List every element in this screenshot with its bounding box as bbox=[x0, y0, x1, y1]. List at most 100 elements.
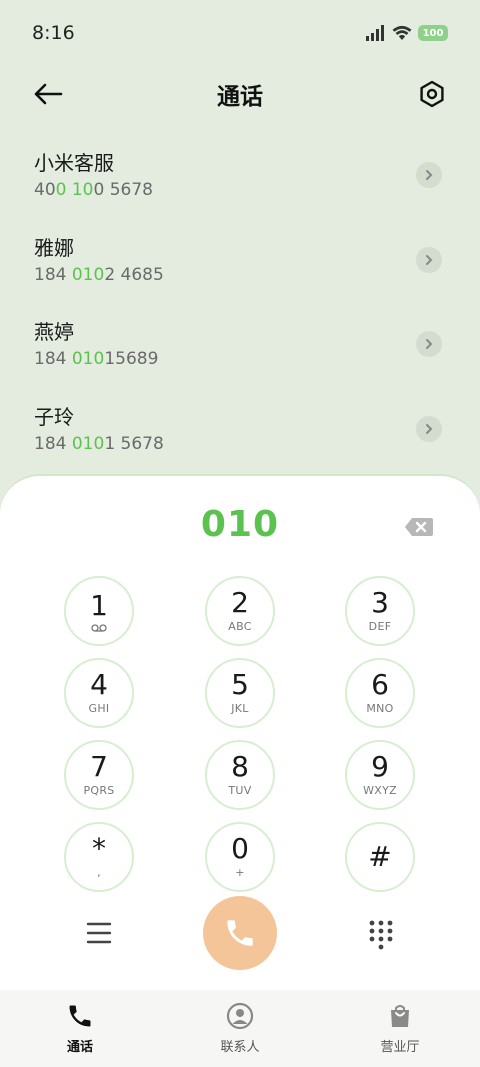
key-letters: PQRS bbox=[83, 784, 115, 797]
details-button[interactable] bbox=[416, 162, 442, 188]
contact-name: 小米客服 bbox=[34, 151, 114, 175]
chevron-right-icon bbox=[426, 254, 433, 265]
back-button[interactable] bbox=[28, 74, 68, 114]
dialer-actions bbox=[0, 896, 480, 976]
details-button[interactable] bbox=[416, 415, 442, 442]
nav-item-store[interactable]: 营业厅 bbox=[330, 1002, 470, 1055]
menu-icon bbox=[86, 922, 112, 944]
status-icons: 100 bbox=[366, 25, 448, 41]
key-digit: 3 bbox=[371, 586, 389, 619]
key-letters: ABC bbox=[228, 620, 252, 633]
page-title: 通话 bbox=[217, 84, 263, 110]
number-part: 0 5678 bbox=[93, 180, 153, 200]
shopping-bag-icon bbox=[391, 1005, 409, 1027]
contact-match-list: 小米客服 400 100 5678 雅娜 184 0102 4685 燕婷 18… bbox=[0, 132, 480, 470]
phone-icon bbox=[227, 920, 253, 946]
key-digit: 8 bbox=[231, 750, 249, 783]
key-letters: , bbox=[97, 866, 101, 879]
backspace-icon bbox=[405, 518, 433, 536]
key-digit: * bbox=[92, 832, 106, 865]
key-letters: GHI bbox=[88, 702, 110, 715]
number-part: 184 bbox=[34, 433, 72, 454]
contact-number: 184 01015689 bbox=[34, 347, 446, 371]
settings-button[interactable] bbox=[412, 74, 452, 114]
wifi-icon bbox=[392, 25, 412, 40]
nav-item-calls[interactable]: 通话 bbox=[10, 1002, 150, 1055]
key-letters: DEF bbox=[368, 620, 392, 633]
menu-button[interactable] bbox=[82, 916, 116, 950]
key-digit: 5 bbox=[231, 668, 249, 701]
call-button[interactable] bbox=[203, 896, 277, 970]
key-5[interactable]: 5 JKL bbox=[205, 658, 275, 728]
contact-name: 燕婷 bbox=[34, 320, 74, 344]
nav-label: 通话 bbox=[66, 1040, 93, 1055]
number-part: 1 5678 bbox=[104, 433, 164, 454]
key-digit: 7 bbox=[90, 750, 108, 783]
list-item[interactable]: 雅娜 184 0102 4685 bbox=[0, 217, 480, 302]
voicemail-icon bbox=[91, 623, 107, 632]
key-1[interactable]: 1 bbox=[64, 576, 134, 646]
number-part: 184 bbox=[34, 349, 72, 369]
backspace-button[interactable] bbox=[404, 516, 434, 538]
number-match: 010 bbox=[71, 433, 105, 454]
key-digit: 1 bbox=[90, 588, 108, 622]
number-match: 0 10 bbox=[55, 180, 94, 200]
key-6[interactable]: 6 MNO bbox=[345, 658, 415, 728]
status-time: 8:16 bbox=[32, 22, 75, 44]
arrow-left-icon bbox=[34, 83, 63, 105]
phone-icon bbox=[69, 1005, 91, 1027]
dialpad-toggle-button[interactable] bbox=[364, 916, 398, 950]
nav-label: 营业厅 bbox=[380, 1040, 420, 1055]
key-9[interactable]: 9 WXYZ bbox=[345, 740, 415, 810]
bottom-nav: 通话 联系人 营业厅 bbox=[0, 990, 480, 1067]
nav-label: 联系人 bbox=[220, 1040, 260, 1055]
contact-number: 400 100 5678 bbox=[34, 178, 446, 202]
list-item[interactable]: 燕婷 184 01015689 bbox=[0, 301, 480, 386]
number-match: 010 bbox=[71, 349, 105, 369]
key-0[interactable]: 0 + bbox=[205, 822, 275, 892]
details-button[interactable] bbox=[416, 246, 442, 273]
key-2[interactable]: 2 ABC bbox=[205, 576, 275, 646]
contact-name: 雅娜 bbox=[34, 235, 74, 260]
key-letters: + bbox=[235, 866, 245, 879]
number-part: 15689 bbox=[104, 349, 159, 369]
details-button[interactable] bbox=[416, 331, 442, 357]
dial-pad-sheet: 010 1 2 ABC 3 DEF 4 GHI 5 JKL 6 MNO 7 PQ… bbox=[0, 474, 480, 994]
key-digit: # bbox=[368, 840, 392, 873]
status-bar: 8:16 100 bbox=[0, 0, 480, 66]
key-letters: WXYZ bbox=[363, 784, 397, 797]
key-letters: TUV bbox=[228, 784, 252, 797]
key-4[interactable]: 4 GHI bbox=[64, 658, 134, 728]
contact-number: 184 0101 5678 bbox=[34, 432, 446, 456]
person-icon bbox=[226, 1002, 254, 1030]
gear-icon bbox=[420, 80, 444, 108]
dialpad-icon bbox=[369, 920, 393, 950]
number-match: 010 bbox=[71, 264, 105, 285]
key-8[interactable]: 8 TUV bbox=[205, 740, 275, 810]
key-digit: 6 bbox=[371, 668, 389, 701]
key-hash[interactable]: # bbox=[345, 822, 415, 892]
contact-name: 子玲 bbox=[34, 404, 74, 429]
key-digit: 4 bbox=[90, 668, 108, 701]
key-digit: 2 bbox=[231, 586, 249, 619]
list-item[interactable]: 小米客服 400 100 5678 bbox=[0, 132, 480, 217]
list-item[interactable]: 子玲 184 0101 5678 bbox=[0, 386, 480, 471]
number-part: 2 4685 bbox=[104, 264, 164, 285]
key-7[interactable]: 7 PQRS bbox=[64, 740, 134, 810]
key-star[interactable]: * , bbox=[64, 822, 134, 892]
nav-item-contacts[interactable]: 联系人 bbox=[170, 1002, 310, 1055]
number-part: 40 bbox=[34, 180, 56, 200]
key-letters: MNO bbox=[366, 702, 394, 715]
number-part: 184 bbox=[34, 264, 72, 285]
key-digit: 0 bbox=[231, 832, 249, 865]
chevron-right-icon bbox=[426, 170, 433, 180]
key-3[interactable]: 3 DEF bbox=[345, 576, 415, 646]
chevron-right-icon bbox=[426, 339, 433, 349]
phone-screen: 8:16 100 通话 小米客服 400 100 5678 雅娜 184 010… bbox=[0, 0, 480, 1067]
signal-icon bbox=[366, 25, 384, 41]
chevron-right-icon bbox=[426, 423, 433, 434]
key-letters: JKL bbox=[231, 702, 249, 715]
key-digit: 9 bbox=[371, 750, 389, 783]
contact-number: 184 0102 4685 bbox=[34, 263, 446, 287]
header: 通话 bbox=[0, 66, 480, 122]
